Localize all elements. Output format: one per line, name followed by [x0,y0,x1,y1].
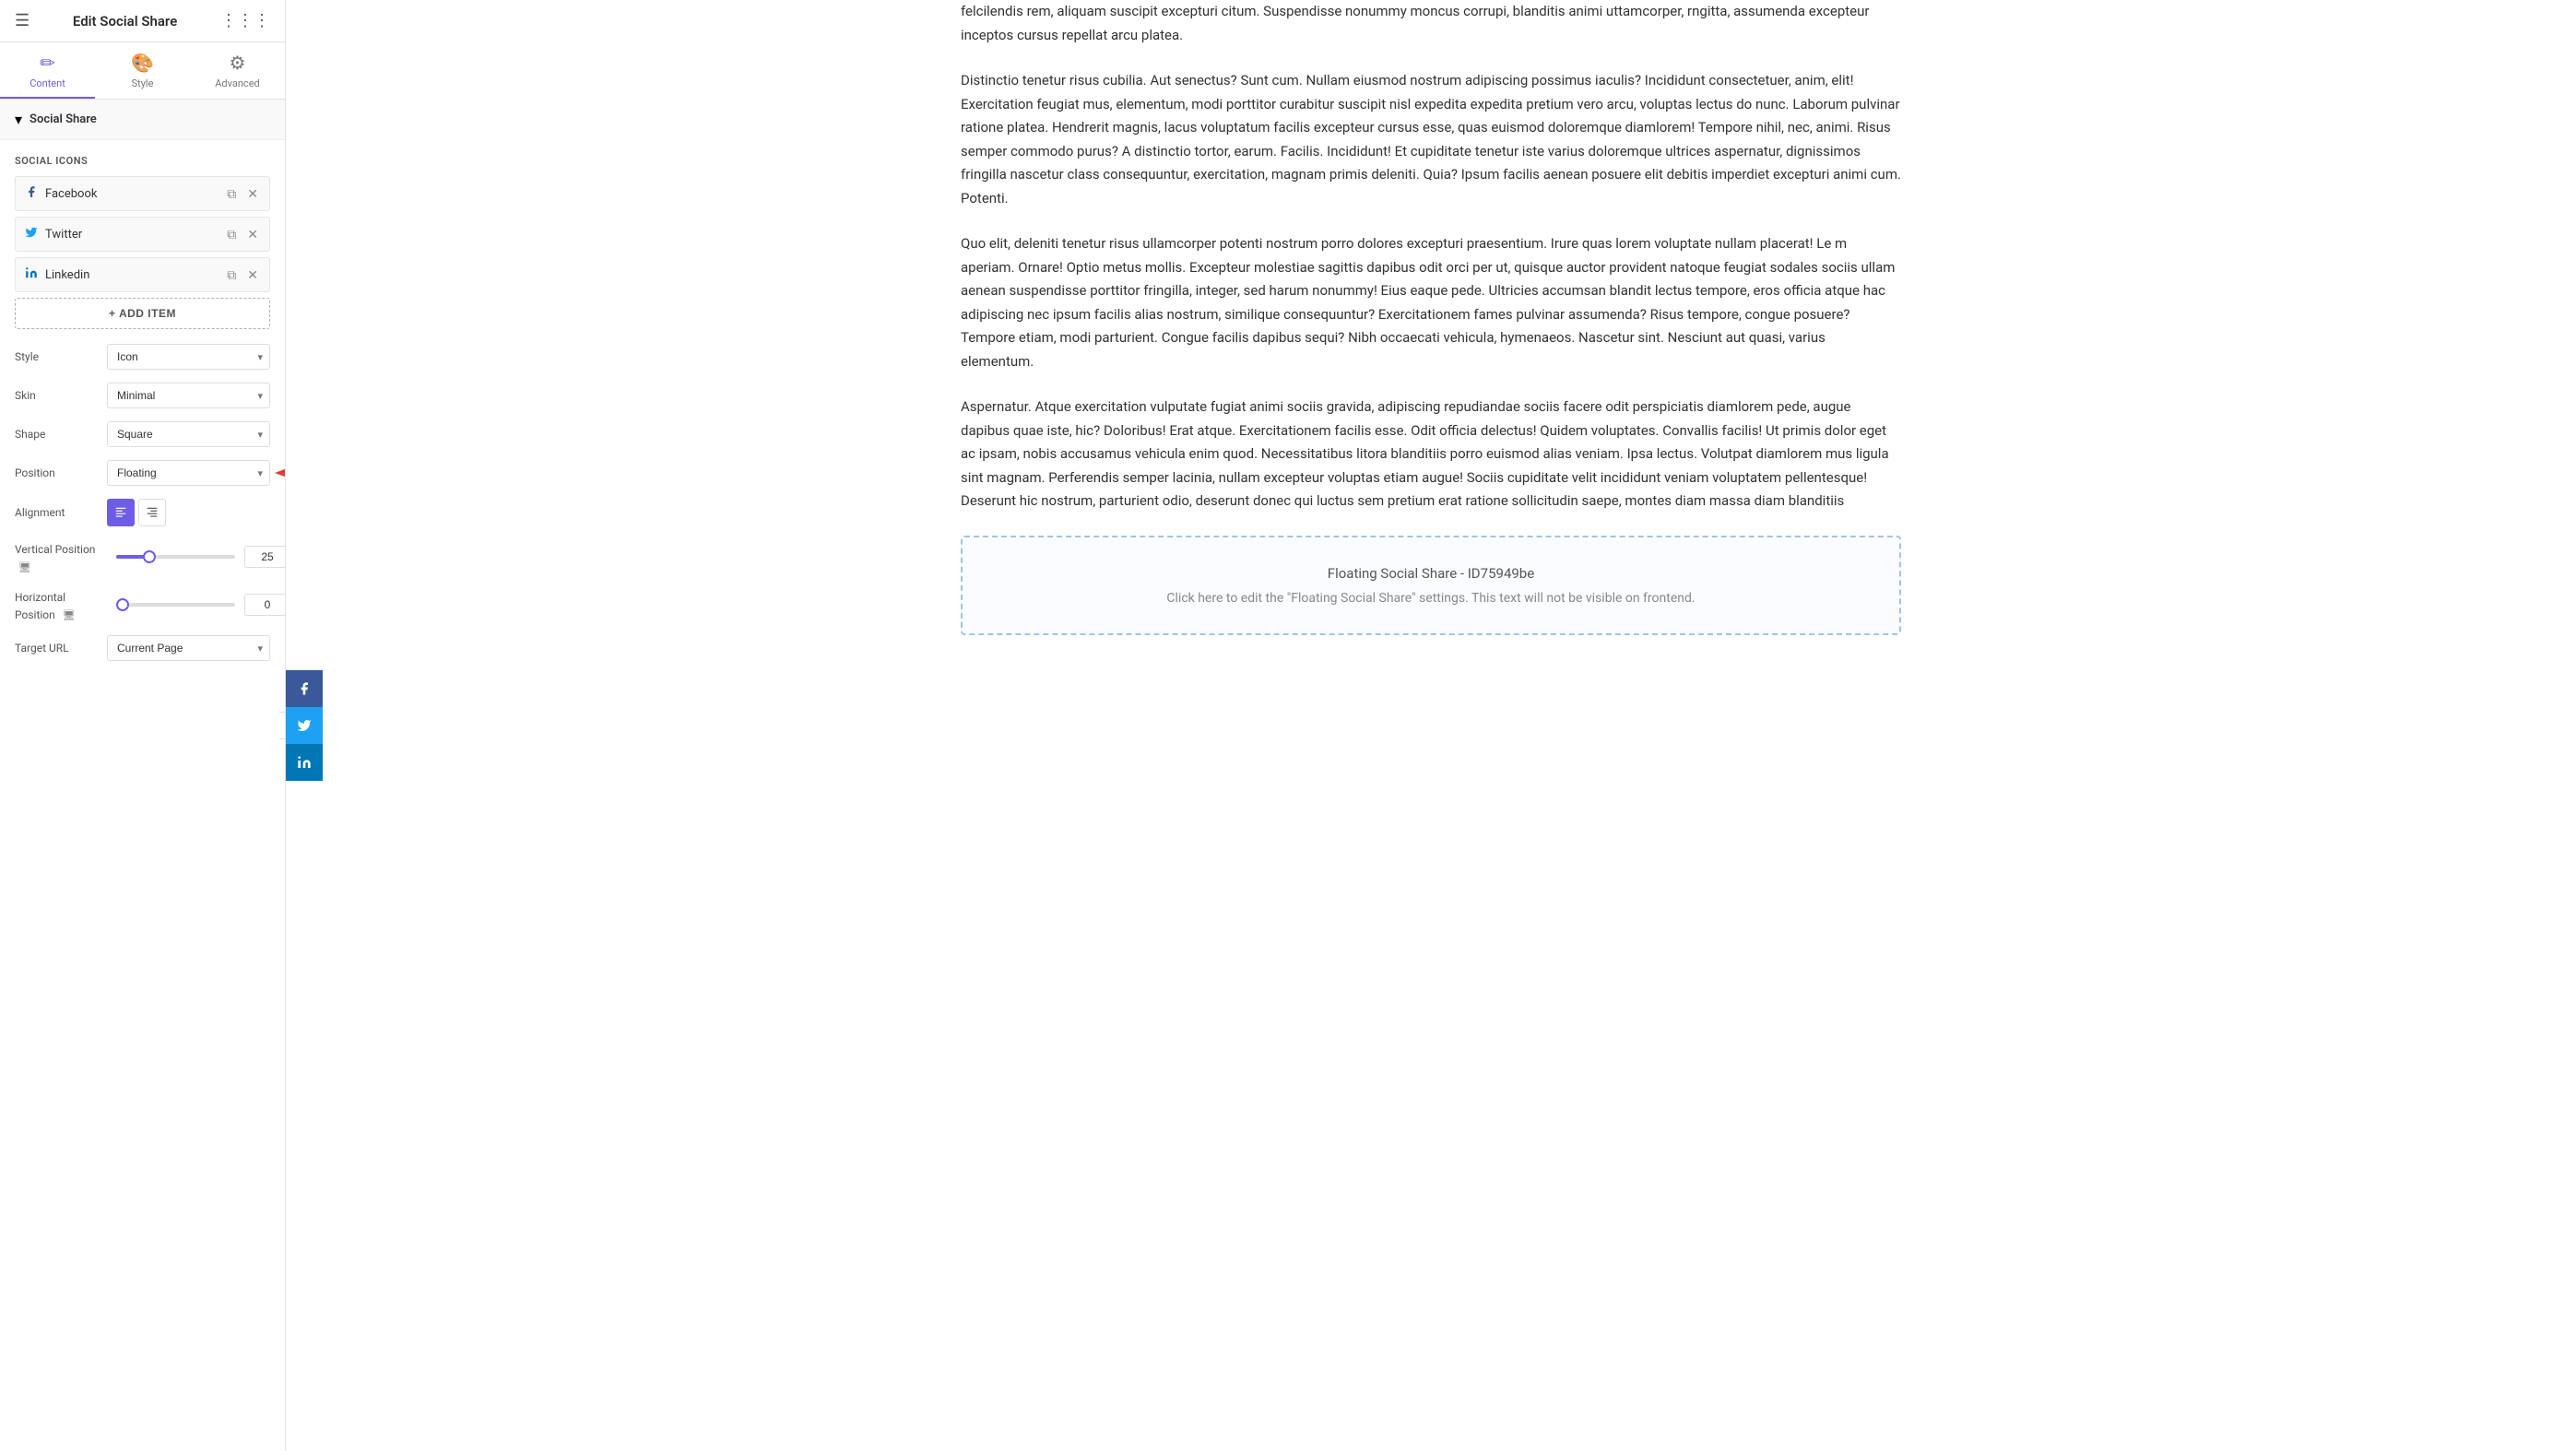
add-item-button[interactable]: + ADD ITEM [15,298,270,329]
paragraph-2: Quo elit, deleniti tenetur risus ullamco… [961,232,1901,373]
twitter-remove-btn[interactable]: ✕ [243,223,262,246]
style-select-wrap: Icon Icon & Text Text ▾ [107,344,270,370]
shape-row: Shape Square Rounded Circle ▾ [15,421,270,447]
tab-advanced-label: Advanced [215,77,259,89]
sidebar: ☰ Edit Social Share ⋮⋮⋮ ✏ Content 🎨 Styl… [0,0,286,1451]
target-url-select[interactable]: Current Page Custom URL [107,635,270,661]
target-url-select-wrap: Current Page Custom URL ▾ [107,635,270,661]
facebook-icon [25,185,38,202]
facebook-duplicate-btn[interactable]: ⧉ [223,183,240,206]
section-body: Social Icons Facebook ⧉ ✕ Twitter ⧉ ✕ [0,140,285,681]
floating-social-bar [286,670,323,781]
sidebar-header: ☰ Edit Social Share ⋮⋮⋮ [0,0,285,42]
position-row: Position Floating Inline ▾ [15,460,270,486]
tab-content[interactable]: ✏ Content [0,42,95,99]
floating-box-desc: Click here to edit the "Floating Social … [981,591,1881,606]
style-label: Style [15,350,107,363]
floating-facebook-btn[interactable] [286,670,323,707]
shape-label: Shape [15,428,107,441]
vertical-position-row: Vertical Position 🖥 [15,539,270,574]
floating-linkedin-btn[interactable] [286,744,323,781]
horizontal-position-slider[interactable] [116,603,235,607]
content-icon: ✏ [40,52,55,74]
shape-select-wrap: Square Rounded Circle ▾ [107,421,270,447]
hamburger-icon[interactable]: ☰ [15,11,30,30]
twitter-actions: ⧉ ✕ [223,223,262,246]
style-row: Style Icon Icon & Text Text ▾ [15,344,270,370]
style-icon: 🎨 [131,52,154,74]
linkedin-icon [25,266,38,283]
alignment-buttons [107,499,166,526]
linkedin-remove-btn[interactable]: ✕ [243,264,262,287]
facebook-label: Facebook [45,187,223,201]
linkedin-duplicate-btn[interactable]: ⧉ [223,264,240,287]
linkedin-label: Linkedin [45,268,223,282]
vertical-position-label-wrap: Vertical Position 🖥 [15,539,107,574]
twitter-duplicate-btn[interactable]: ⧉ [223,223,240,246]
section-title: Social Share [30,112,97,126]
tabs-row: ✏ Content 🎨 Style ⚙ Advanced [0,42,285,100]
skin-select[interactable]: Minimal Framed Boxed [107,383,270,408]
horizontal-position-label-wrap: Horizontal Position 🖥 [15,587,107,622]
horizontal-position-value[interactable] [244,594,286,616]
tab-style-label: Style [132,77,154,89]
section-collapse-icon: ▾ [15,111,22,128]
facebook-actions: ⧉ ✕ [223,183,262,206]
tab-advanced[interactable]: ⚙ Advanced [190,42,285,99]
red-arrow-indicator [275,459,286,487]
floating-info-box[interactable]: Floating Social Share - ID75949be Click … [961,536,1901,635]
horizontal-position-label: Horizontal Position [15,591,65,621]
tab-content-label: Content [30,77,65,89]
paragraph-0: felcilendis rem, aliquam suscipit except… [961,0,1901,47]
vertical-position-label: Vertical Position [15,543,95,556]
vertical-position-slider[interactable] [116,555,235,559]
skin-label: Skin [15,389,107,402]
horizontal-position-row: Horizontal Position 🖥 [15,587,270,622]
social-item-facebook: Facebook ⧉ ✕ [15,176,270,211]
shape-select[interactable]: Square Rounded Circle [107,421,270,447]
target-url-label: Target URL [15,642,107,655]
paragraph-3: Aspernatur. Atque exercitation vulputate… [961,395,1901,513]
alignment-label: Alignment [15,506,107,519]
monitor-icon-h: 🖥 [63,609,76,621]
position-select[interactable]: Floating Inline [107,460,270,486]
linkedin-actions: ⧉ ✕ [223,264,262,287]
paragraph-1: Distinctio tenetur risus cubilia. Aut se… [961,69,1901,210]
monitor-icon-v: 🖥 [18,561,31,573]
twitter-label: Twitter [45,228,223,242]
alignment-row: Alignment [15,499,270,526]
facebook-remove-btn[interactable]: ✕ [243,183,262,206]
social-icons-label: Social Icons [15,155,270,167]
section-header[interactable]: ▾ Social Share [0,100,285,140]
main-content-area: felcilendis rem, aliquam suscipit except… [286,0,2576,1451]
social-item-twitter: Twitter ⧉ ✕ [15,217,270,252]
tab-style[interactable]: 🎨 Style [95,42,190,99]
target-url-row: Target URL Current Page Custom URL ▾ [15,635,270,661]
align-left-btn[interactable] [107,499,135,526]
advanced-icon: ⚙ [230,52,246,74]
position-select-wrap: Floating Inline ▾ [107,460,270,486]
skin-row: Skin Minimal Framed Boxed ▾ [15,383,270,408]
floating-twitter-btn[interactable] [286,707,323,744]
twitter-icon [25,226,38,242]
skin-select-wrap: Minimal Framed Boxed ▾ [107,383,270,408]
position-label: Position [15,466,107,479]
grid-icon[interactable]: ⋮⋮⋮ [220,11,270,30]
style-select[interactable]: Icon Icon & Text Text [107,344,270,370]
sidebar-title: Edit Social Share [73,13,177,29]
align-right-btn[interactable] [138,499,166,526]
content-wrapper: felcilendis rem, aliquam suscipit except… [924,0,1938,690]
sidebar-collapse-toggle[interactable]: ‹ [279,712,286,739]
social-item-linkedin: Linkedin ⧉ ✕ [15,257,270,292]
vertical-position-value[interactable] [244,546,286,568]
floating-box-title: Floating Social Share - ID75949be [981,565,1881,582]
